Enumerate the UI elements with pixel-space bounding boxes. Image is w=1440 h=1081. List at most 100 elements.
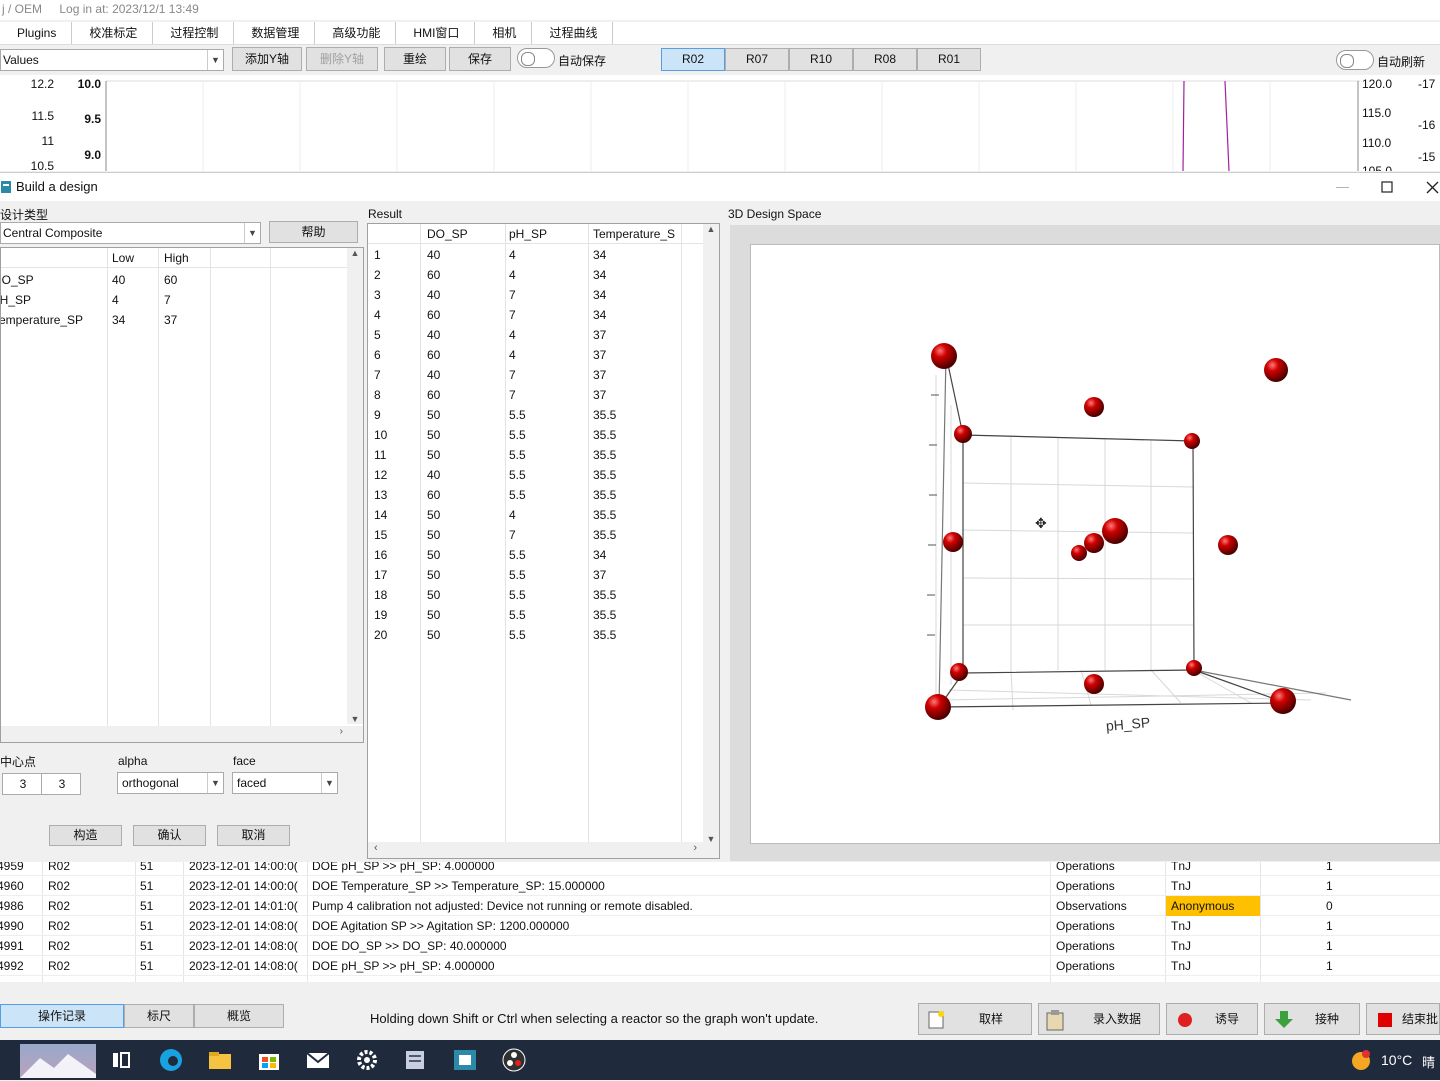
result-row[interactable]: 14 50 4 35.5 bbox=[368, 505, 705, 525]
result-row[interactable]: 5 40 4 37 bbox=[368, 325, 705, 345]
end-batch-button-label: 结束批 bbox=[1402, 1012, 1439, 1026]
chevron-up-icon[interactable]: ▲ bbox=[703, 224, 719, 234]
menu-item[interactable]: Plugins bbox=[0, 22, 73, 44]
obs-recorder-icon[interactable] bbox=[501, 1047, 527, 1073]
induce-button[interactable]: 诱导 bbox=[1166, 1003, 1258, 1035]
result-hscroll[interactable]: ‹ › bbox=[368, 842, 719, 858]
menu-item[interactable]: 过程曲线 bbox=[532, 22, 614, 44]
chevron-left-icon[interactable]: ‹ bbox=[2, 982, 6, 984]
tab-overview[interactable]: 概览 bbox=[194, 1004, 284, 1028]
database-app-icon[interactable] bbox=[403, 1047, 429, 1073]
log-hscroll[interactable]: ‹ bbox=[0, 982, 1440, 984]
reactor-tab[interactable]: R02 bbox=[661, 48, 725, 71]
trend-chart-svg bbox=[105, 80, 1360, 171]
axis-tick-label: -16 bbox=[1418, 118, 1436, 132]
tab-ruler[interactable]: 标尺 bbox=[124, 1004, 194, 1028]
result-row[interactable]: 7 40 7 37 bbox=[368, 365, 705, 385]
factor-row[interactable]: pH_SP 4 7 bbox=[1, 290, 349, 310]
remove-y-axis-button[interactable]: 删除Y轴 bbox=[306, 47, 378, 71]
reactor-tab[interactable]: R08 bbox=[853, 48, 917, 71]
chevron-up-icon[interactable]: ▲ bbox=[347, 248, 363, 258]
result-row[interactable]: 3 40 7 34 bbox=[368, 285, 705, 305]
enter-data-button[interactable]: 录入数据 bbox=[1038, 1003, 1160, 1035]
factor-grid-hscroll[interactable]: › bbox=[1, 726, 363, 742]
center-points-input-2[interactable]: 3 bbox=[41, 773, 81, 795]
file-explorer-icon[interactable] bbox=[207, 1047, 233, 1073]
ok-button[interactable]: 确认 bbox=[133, 825, 206, 846]
design-space-canvas[interactable]: pH_SP ✥ bbox=[750, 244, 1440, 844]
minimize-icon[interactable]: — bbox=[1336, 173, 1349, 201]
result-row[interactable]: 18 50 5.5 35.5 bbox=[368, 585, 705, 605]
center-points-input-1[interactable]: 3 bbox=[2, 773, 42, 795]
log-row[interactable]: 4991 R02 51 2023-12-01 14:08:0(DOE DO_SP >>… bbox=[0, 936, 1440, 956]
log-row[interactable]: 4959 R02 51 2023-12-01 14:00:0(DOE pH_SP >>… bbox=[0, 862, 1440, 876]
close-icon[interactable] bbox=[1426, 181, 1439, 194]
reactor-tab[interactable]: R01 bbox=[917, 48, 981, 71]
result-row[interactable]: 12 40 5.5 35.5 bbox=[368, 465, 705, 485]
tab-operation-log[interactable]: 操作记录 bbox=[0, 1004, 124, 1028]
log-row[interactable]: 4992 R02 51 2023-12-01 14:08:0(DOE pH_SP >>… bbox=[0, 956, 1440, 976]
mail-icon[interactable] bbox=[305, 1047, 331, 1073]
result-row[interactable]: 9 50 5.5 35.5 bbox=[368, 405, 705, 425]
log-row[interactable]: 4960 R02 51 2023-12-01 14:00:0(DOE Temperat… bbox=[0, 876, 1440, 896]
menu-item[interactable]: 数据管理 bbox=[234, 22, 316, 44]
result-row[interactable]: 2 60 4 34 bbox=[368, 265, 705, 285]
weather-sun-icon[interactable] bbox=[1350, 1050, 1372, 1072]
result-row[interactable]: 4 60 7 34 bbox=[368, 305, 705, 325]
edge-browser-icon[interactable] bbox=[158, 1047, 184, 1073]
factor-grid-vscroll[interactable]: ▲ ▼ bbox=[347, 248, 363, 724]
result-row[interactable]: 17 50 5.5 37 bbox=[368, 565, 705, 585]
inoculate-button[interactable]: 接种 bbox=[1264, 1003, 1360, 1035]
autosave-toggle[interactable] bbox=[517, 48, 555, 68]
menu-item[interactable]: 过程控制 bbox=[153, 22, 235, 44]
task-view-icon[interactable] bbox=[108, 1047, 134, 1073]
grid-cell: 40 bbox=[427, 468, 441, 482]
add-y-axis-button[interactable]: 添加Y轴 bbox=[232, 47, 302, 71]
result-row[interactable]: 8 60 7 37 bbox=[368, 385, 705, 405]
result-row[interactable]: 10 50 5.5 35.5 bbox=[368, 425, 705, 445]
autorefresh-toggle[interactable] bbox=[1336, 50, 1374, 70]
result-row[interactable]: 6 60 4 37 bbox=[368, 345, 705, 365]
menu-item[interactable]: HMI窗口 bbox=[396, 22, 476, 44]
result-row[interactable]: 1 40 4 34 bbox=[368, 245, 705, 265]
result-row[interactable]: 11 50 5.5 35.5 bbox=[368, 445, 705, 465]
chevron-left-icon[interactable]: ‹ bbox=[374, 842, 378, 854]
result-row[interactable]: 13 60 5.5 35.5 bbox=[368, 485, 705, 505]
reactor-tab[interactable]: R07 bbox=[725, 48, 789, 71]
face-combo[interactable]: faced ▼ bbox=[232, 772, 338, 794]
result-row[interactable]: 16 50 5.5 34 bbox=[368, 545, 705, 565]
design-space-3d-plot[interactable]: pH_SP ✥ bbox=[751, 245, 1440, 845]
end-batch-button[interactable]: 结束批 bbox=[1366, 1003, 1440, 1035]
save-button[interactable]: 保存 bbox=[449, 47, 511, 71]
settings-gear-icon[interactable] bbox=[354, 1047, 380, 1073]
menu-item[interactable]: 相机 bbox=[475, 22, 533, 44]
chevron-down-icon[interactable]: ▼ bbox=[347, 714, 363, 724]
factor-row[interactable]: DO_SP 40 60 bbox=[1, 270, 349, 290]
axis-tick-label: 110.0 bbox=[1362, 136, 1392, 150]
log-row[interactable]: 4990 R02 51 2023-12-01 14:08:0(DOE Agitatio… bbox=[0, 916, 1440, 936]
chevron-right-icon[interactable]: › bbox=[340, 726, 343, 737]
alpha-combo[interactable]: orthogonal ▼ bbox=[117, 772, 224, 794]
help-button[interactable]: 帮助 bbox=[269, 221, 358, 243]
store-icon[interactable] bbox=[256, 1047, 282, 1073]
chevron-right-icon[interactable]: › bbox=[693, 842, 697, 854]
result-row[interactable]: 19 50 5.5 35.5 bbox=[368, 605, 705, 625]
widgets-thumbnail[interactable] bbox=[20, 1044, 96, 1078]
menu-item[interactable]: 校准标定 bbox=[72, 22, 154, 44]
cancel-button[interactable]: 取消 bbox=[217, 825, 290, 846]
build-button[interactable]: 构造 bbox=[49, 825, 122, 846]
reactor-tab[interactable]: R10 bbox=[789, 48, 853, 71]
log-row[interactable]: 4986 R02 51 2023-12-01 14:01:0(Pump 4 calib… bbox=[0, 896, 1440, 916]
maximize-icon[interactable] bbox=[1381, 181, 1393, 193]
menu-item[interactable]: 高级功能 bbox=[315, 22, 397, 44]
factor-row[interactable]: Temperature_SP 34 37 bbox=[1, 310, 349, 330]
bioreactor-app-icon[interactable] bbox=[452, 1047, 478, 1073]
grid-cell: 17 bbox=[374, 568, 388, 582]
design-type-combo[interactable]: Central Composite ▼ bbox=[0, 222, 261, 244]
sample-button[interactable]: 取样 bbox=[918, 1003, 1032, 1035]
result-vscroll[interactable]: ▲ ▼ bbox=[703, 224, 719, 844]
result-row[interactable]: 15 50 7 35.5 bbox=[368, 525, 705, 545]
result-row[interactable]: 20 50 5.5 35.5 bbox=[368, 625, 705, 645]
redraw-button[interactable]: 重绘 bbox=[384, 47, 446, 71]
values-combo[interactable]: Values ▼ bbox=[0, 49, 224, 71]
